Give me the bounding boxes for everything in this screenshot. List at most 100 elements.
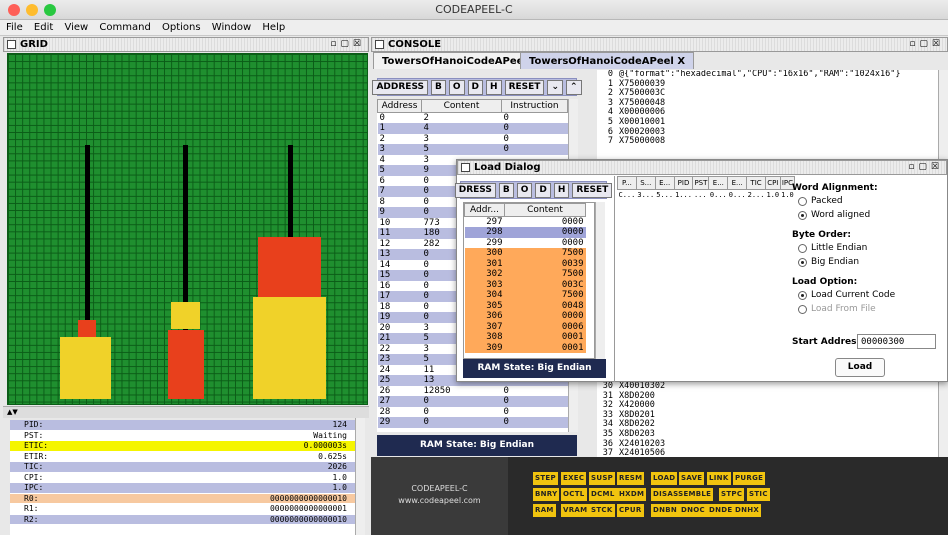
command-button-stpc[interactable]: STPC [719,488,745,501]
command-button-bnry[interactable]: BNRY [533,488,560,501]
command-button-exec[interactable]: EXEC [561,472,587,485]
dialog-reset-button[interactable]: RESET [572,182,613,198]
dialog-octal-button[interactable]: O [516,182,533,198]
table-row[interactable]: 28 0 0 [377,406,568,417]
panel-window-controls-icon[interactable]: ▫▢☒ [330,38,365,51]
ram-state-label: RAM State: Big Endian [377,435,577,456]
octal-button[interactable]: O [448,79,465,95]
command-button-link[interactable]: LINK [707,472,731,485]
table-row[interactable]: 301 0039 [464,258,586,269]
menu-edit[interactable]: Edit [34,22,53,33]
table-row[interactable]: 304 7500 [464,290,586,301]
process-column-header[interactable]: E... [654,176,675,190]
tab-close-icon[interactable]: X [677,56,685,67]
command-button-dnde[interactable]: DNDE [707,504,735,517]
table-row[interactable]: 300 7500 [464,248,586,259]
minimize-window-icon[interactable] [26,4,38,16]
table-row[interactable]: 1 4 0 [377,123,568,134]
command-button-disassemble[interactable]: DISASSEMBLE [651,488,714,501]
table-row[interactable]: 299 0000 [464,237,586,248]
table-row[interactable]: 29 0 0 [377,417,568,428]
command-button-resm[interactable]: RESM [617,472,645,485]
dialog-binary-button[interactable]: B [498,182,514,198]
reset-button[interactable]: RESET [504,79,545,95]
table-row[interactable]: 2 3 0 [377,133,568,144]
command-button-purge[interactable]: PURGE [733,472,766,485]
table-row[interactable]: 26 12850 0 [377,385,568,396]
big-endian-radio[interactable]: Big Endian [798,257,895,267]
command-button-susp[interactable]: SUSP [589,472,616,485]
command-button-load[interactable]: LOAD [651,472,678,485]
menu-window[interactable]: Window [212,22,251,33]
start-address-input[interactable] [857,334,936,349]
command-button-step[interactable]: STEP [533,472,558,485]
command-button-dnoc[interactable]: DNOC [679,504,707,517]
scroll-up-icon[interactable]: ⌃ [565,79,582,95]
scroll-down-icon[interactable]: ⌄ [547,79,563,95]
process-column-header[interactable]: PID [673,176,694,190]
dialog-scrollbar[interactable] [595,202,605,359]
table-row[interactable]: 27 0 0 [377,396,568,407]
menu-command[interactable]: Command [99,22,150,33]
dialog-hex-button[interactable]: H [553,182,570,198]
table-row[interactable]: 306 0000 [464,311,586,322]
menu-view[interactable]: View [64,22,88,33]
command-button-save[interactable]: SAVE [679,472,705,485]
dialog-memory-table: Addr... Content 297 0000 298 0000 299 0000 300 7… [463,202,595,359]
process-column-header[interactable]: PST [692,176,710,190]
process-column-header[interactable]: E... [727,176,748,190]
binary-button[interactable]: B [431,79,446,95]
dialog-memory-toolbar: DRESS B O D H RESET [454,181,613,199]
packed-radio[interactable]: Packed [798,196,895,206]
table-row[interactable]: 0 2 0 [377,112,568,123]
command-button-ram[interactable]: RAM [533,504,556,517]
menu-options[interactable]: Options [162,22,201,33]
command-button-stic[interactable]: STIC [747,488,770,501]
table-row[interactable]: 302 7500 [464,269,586,280]
register-row: R0: 0000000000000010 [10,493,355,504]
dialog-address-button[interactable]: DRESS [454,182,496,198]
process-column-header[interactable]: S... [635,176,656,190]
address-button[interactable]: ADDRESS [372,79,429,95]
process-column-header[interactable]: CPI [764,176,781,190]
command-button-vram[interactable]: VRAM [561,504,590,517]
table-cell: 0000 [561,227,584,238]
load-from-file-radio[interactable]: Load From File [798,304,895,314]
little-endian-radio[interactable]: Little Endian [798,243,895,253]
command-button-dnhx[interactable]: DNHX [733,504,762,517]
panel-window-controls-icon[interactable]: ▫▢☒ [909,38,944,51]
table-row[interactable]: 305 0048 [464,300,586,311]
close-window-icon[interactable] [8,4,20,16]
table-row[interactable]: 308 0001 [464,332,586,343]
command-button-cpur[interactable]: CPUR [617,504,644,517]
word-aligned-radio[interactable]: Word aligned [798,210,895,220]
menu-help[interactable]: Help [262,22,285,33]
tab-program-2[interactable]: TowersOfHanoiCodeAPeel X [520,52,695,69]
menu-bar: File Edit View Command Options Window He… [0,20,948,36]
table-cell: 29 [379,417,391,428]
command-button-stck[interactable]: STCK [589,504,615,517]
table-row[interactable]: 303 003C [464,279,586,290]
hex-button[interactable]: H [486,79,502,95]
process-column-header[interactable]: P... [617,176,637,190]
command-button-dcml[interactable]: DCML [589,488,617,501]
command-button-dnbn[interactable]: DNBN [651,504,680,517]
load-current-code-radio[interactable]: Load Current Code [798,290,895,300]
register-scrollbar[interactable] [355,418,365,535]
table-row[interactable]: 3 5 0 [377,144,568,155]
zoom-window-icon[interactable] [44,4,56,16]
command-button-hxdm[interactable]: HXDM [617,488,647,501]
command-button-octl[interactable]: OCTL [561,488,587,501]
split-divider[interactable]: ▲▼ [3,406,369,418]
load-button[interactable]: Load [835,358,885,377]
table-row[interactable]: 309 0001 [464,342,586,353]
process-column-header[interactable]: TIC [746,176,766,190]
table-row[interactable]: 307 0006 [464,321,586,332]
table-row[interactable]: 297 0000 [464,216,586,227]
table-row[interactable]: 298 0000 [464,227,586,238]
dialog-window-controls-icon[interactable]: ▫▢☒ [908,161,943,174]
process-column-header[interactable]: E... [708,176,729,190]
dialog-decimal-button[interactable]: D [535,182,551,198]
menu-file[interactable]: File [6,22,23,33]
decimal-button[interactable]: D [467,79,484,95]
